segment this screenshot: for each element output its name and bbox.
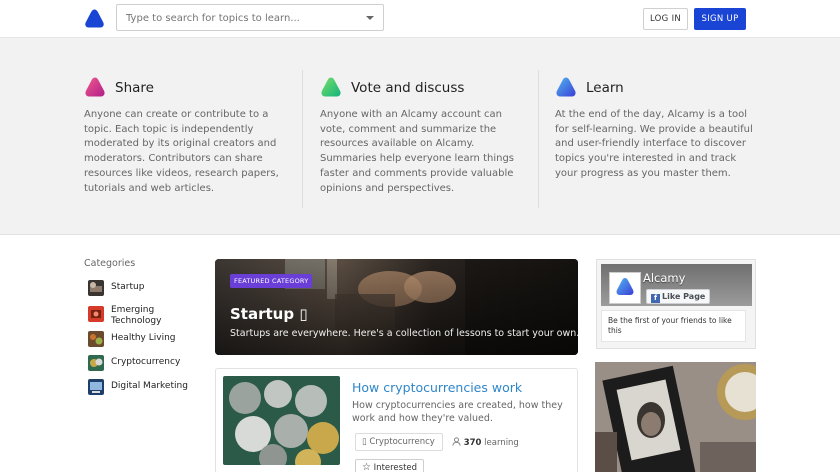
star-icon: ☆: [362, 462, 371, 472]
featured-title-text: Startup: [230, 305, 295, 323]
search-input[interactable]: [126, 9, 356, 27]
facebook-cover: Alcamy f Like Page: [601, 264, 752, 306]
feature-title: Vote and discuss: [351, 80, 465, 96]
facebook-like-button[interactable]: f Like Page: [646, 289, 711, 304]
protest-photo-image[interactable]: [595, 362, 756, 472]
learning-label: learning: [484, 438, 519, 448]
facebook-f-icon: f: [651, 294, 660, 303]
category-label: Healthy Living: [111, 333, 176, 343]
vote-gradient-logo-icon: [321, 77, 341, 97]
healthy-living-thumbnail-icon: [88, 331, 104, 347]
feature-title: Share: [115, 80, 154, 96]
category-label: Emerging Technology: [111, 305, 162, 326]
signup-button[interactable]: SIGN UP: [694, 8, 746, 30]
divider: [302, 70, 303, 208]
features-section: Share Anyone can create or contribute to…: [0, 38, 840, 235]
topic-description: How cryptocurrencies are created, how th…: [352, 400, 563, 424]
login-button[interactable]: LOG IN: [643, 8, 688, 30]
featured-category-banner[interactable]: FEATURED CATEGORY Startup ▯ Startups are…: [215, 259, 578, 355]
divider: [538, 70, 539, 208]
topic-title-link[interactable]: How cryptocurrencies work: [352, 380, 522, 395]
learning-number: 370: [463, 438, 482, 448]
digital-marketing-thumbnail-icon: [88, 379, 104, 395]
alcamy-logo-icon[interactable]: [84, 8, 105, 29]
feature-text: At the end of the day, Alcamy is a tool …: [555, 109, 753, 179]
featured-category-subtitle: Startups are everywhere. Here's a collec…: [230, 328, 578, 339]
category-label: Digital Marketing: [111, 381, 188, 391]
alcamy-logo-icon: [616, 278, 634, 295]
interested-button[interactable]: ☆ Interested: [355, 459, 425, 472]
startup-thumbnail-icon: [88, 280, 104, 296]
tag-icon: ▯: [362, 437, 367, 447]
like-label: Like Page: [662, 292, 706, 301]
learning-count: 370 learning: [452, 437, 519, 448]
share-gradient-logo-icon: [85, 77, 105, 97]
top-header: LOG IN SIGN UP: [0, 0, 840, 38]
feature-title: Learn: [586, 80, 624, 96]
featured-category-title: Startup ▯: [230, 305, 308, 323]
chevron-down-icon[interactable]: [366, 16, 374, 20]
cryptocurrency-thumbnail-icon: [88, 355, 104, 371]
category-label: Startup: [111, 282, 145, 292]
rocket-icon: ▯: [299, 305, 308, 323]
topic-card: How cryptocurrencies work How cryptocurr…: [215, 368, 578, 472]
facebook-page-avatar[interactable]: [609, 272, 641, 304]
feature-text: Anyone with an Alcamy account can vote, …: [320, 109, 515, 194]
category-label: Cryptocurrency: [111, 357, 181, 367]
feature-text: Anyone can create or contribute to a top…: [84, 109, 279, 194]
facebook-page-name[interactable]: Alcamy: [643, 271, 685, 285]
facebook-page-widget: Alcamy f Like Page Be the first of your f…: [596, 259, 756, 349]
topic-category-tag[interactable]: ▯ Cryptocurrency: [355, 433, 443, 451]
interested-label: Interested: [373, 463, 418, 472]
cryptocurrency-coins-image[interactable]: [223, 376, 340, 465]
topic-search-box[interactable]: [116, 4, 384, 31]
categories-heading: Categories: [84, 258, 136, 269]
emerging-technology-thumbnail-icon: [88, 306, 104, 322]
featured-category-badge: FEATURED CATEGORY: [230, 274, 313, 288]
user-icon: [452, 437, 461, 446]
facebook-friends-text: Be the first of your friends to like thi…: [601, 310, 746, 342]
learn-gradient-logo-icon: [556, 77, 576, 97]
tag-label: Cryptocurrency: [369, 437, 435, 447]
